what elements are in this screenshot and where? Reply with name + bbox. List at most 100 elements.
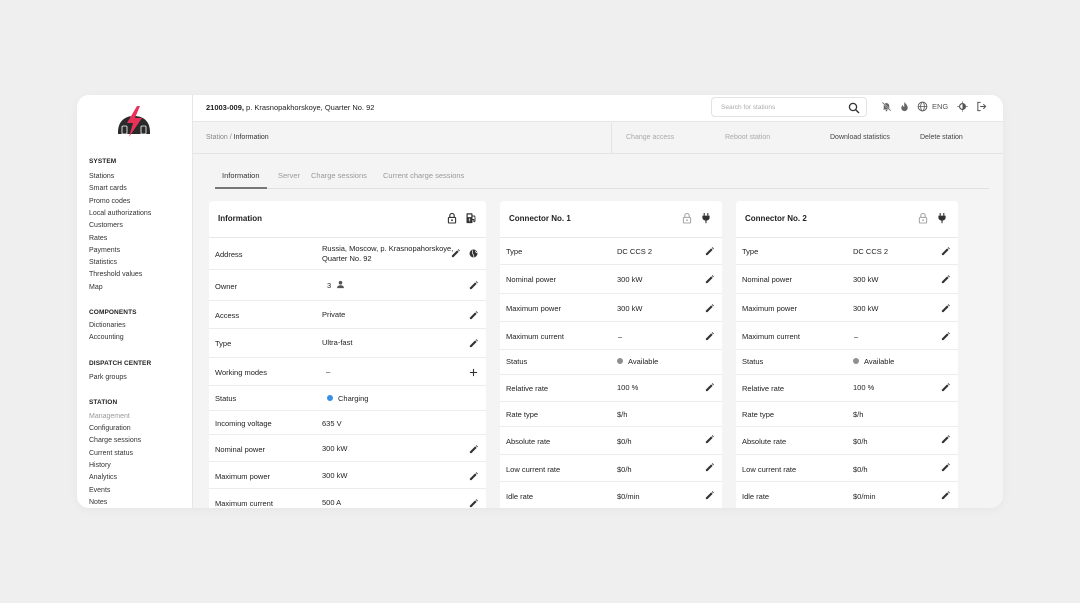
edit-icon[interactable] [941, 491, 950, 500]
edit-icon[interactable] [469, 311, 478, 320]
row-value: Russia, Moscow, p. Krasnopahorskoye, Qua… [322, 244, 454, 263]
brand-logo[interactable] [114, 106, 154, 138]
lock-icon[interactable] [446, 212, 458, 224]
info-row-incoming-voltage: Incoming voltage 635 V [209, 411, 486, 435]
nav-item-events[interactable]: Events [89, 487, 110, 494]
nav-item-dictionaries[interactable]: Dictionaries [89, 322, 126, 329]
nav-item-analytics[interactable]: Analytics [89, 474, 117, 481]
reboot-station-button[interactable]: Reboot station [725, 134, 770, 141]
edit-icon[interactable] [705, 247, 714, 256]
row-value: Charging [338, 394, 369, 403]
nav-item-customers[interactable]: Customers [89, 222, 123, 229]
row-label: Type [742, 247, 759, 256]
row-label: Status [742, 357, 764, 366]
notifications-off-icon[interactable] [881, 101, 892, 112]
edit-icon[interactable] [469, 281, 478, 290]
nav-item-accounting[interactable]: Accounting [89, 334, 124, 341]
edit-icon[interactable] [705, 435, 714, 444]
nav-item-park-groups[interactable]: Park groups [89, 374, 127, 381]
info-row-working-modes: Working modes – [209, 358, 486, 386]
plug-icon[interactable] [936, 212, 948, 224]
tab-information[interactable]: Information [215, 171, 267, 189]
connector-row-status: Status Available [736, 350, 958, 375]
card-header: Information [209, 201, 486, 238]
row-value: $/h [853, 410, 864, 419]
edit-icon[interactable] [705, 463, 714, 472]
add-icon[interactable] [469, 368, 478, 377]
search-box[interactable] [711, 97, 867, 117]
nav-item-charge-sessions[interactable]: Charge sessions [89, 437, 141, 444]
nav-item-map[interactable]: Map [89, 284, 103, 291]
edit-icon[interactable] [705, 304, 714, 313]
nav-item-history[interactable]: History [89, 462, 111, 469]
row-label: Low current rate [506, 465, 561, 474]
download-statistics-button[interactable]: Download statistics [830, 134, 890, 141]
tab-charge-sessions[interactable]: Charge sessions [311, 171, 367, 189]
delete-station-button[interactable]: Delete station [920, 134, 963, 141]
station-title: 21003-009, p. Krasnopakhorskoye, Quarter… [206, 103, 374, 112]
edit-icon[interactable] [705, 383, 714, 392]
edit-icon[interactable] [705, 491, 714, 500]
nav-item-statistics[interactable]: Statistics [89, 259, 117, 266]
edit-icon[interactable] [941, 332, 950, 341]
edit-icon[interactable] [941, 275, 950, 284]
nav-item-local-authorizations[interactable]: Local authorizations [89, 210, 151, 217]
row-value: 3 [327, 281, 332, 290]
edit-icon[interactable] [469, 499, 478, 508]
search-input[interactable] [721, 102, 841, 113]
nav-item-payments[interactable]: Payments [89, 247, 120, 254]
row-label: Owner [215, 282, 238, 291]
row-value: DC CCS 2 [617, 247, 653, 256]
row-label: Absolute rate [506, 437, 551, 446]
edit-icon[interactable] [705, 332, 714, 341]
unlock-icon[interactable] [681, 212, 693, 224]
connector-row-maximum-current: Maximum current – [500, 322, 722, 350]
fuel-station-icon[interactable] [465, 212, 477, 224]
edit-icon[interactable] [469, 472, 478, 481]
change-access-button[interactable]: Change access [626, 134, 674, 141]
connector-1-card: Connector No. 1 Type DC CCS 2 Nominal po… [500, 201, 722, 508]
edit-icon[interactable] [941, 383, 950, 392]
edit-icon[interactable] [941, 435, 950, 444]
row-label: Absolute rate [742, 437, 787, 446]
edit-icon[interactable] [941, 463, 950, 472]
nav-item-smart-cards[interactable]: Smart cards [89, 185, 127, 192]
row-label: Rate type [742, 410, 775, 419]
language-selector[interactable]: ENG [932, 102, 948, 111]
edit-icon[interactable] [941, 247, 950, 256]
row-value: $0/h [617, 465, 632, 474]
logout-icon[interactable] [976, 101, 987, 112]
edit-icon[interactable] [941, 304, 950, 313]
edit-icon[interactable] [469, 445, 478, 454]
card-header: Connector No. 1 [500, 201, 722, 238]
row-value: $0/min [617, 492, 640, 501]
nav-item-notes[interactable]: Notes [89, 499, 107, 506]
search-icon[interactable] [848, 102, 860, 114]
nav-section-components: COMPONENTS [89, 309, 137, 316]
globe-icon[interactable] [469, 249, 478, 258]
breadcrumb: Station / Information [206, 134, 269, 141]
edit-icon[interactable] [469, 339, 478, 348]
nav-item-stations[interactable]: Stations [89, 173, 114, 180]
edit-icon[interactable] [705, 275, 714, 284]
flame-icon[interactable] [899, 101, 910, 112]
breadcrumb-root[interactable]: Station [206, 134, 228, 141]
row-label: Address [215, 250, 243, 259]
tab-current-charge-sessions[interactable]: Current charge sessions [383, 171, 464, 189]
connector-row-absolute-rate: Absolute rate $0/h [736, 427, 958, 455]
nav-item-configuration[interactable]: Configuration [89, 425, 131, 432]
nav-item-rates[interactable]: Rates [89, 235, 107, 242]
unlock-icon[interactable] [917, 212, 929, 224]
nav-item-current-status[interactable]: Current status [89, 450, 133, 457]
connector-row-maximum-current: Maximum current – [736, 322, 958, 350]
brightness-icon[interactable] [957, 101, 968, 112]
nav-item-management[interactable]: Management [89, 413, 130, 420]
nav-item-promo-codes[interactable]: Promo codes [89, 198, 130, 205]
tab-server[interactable]: Server [278, 171, 300, 189]
plug-icon[interactable] [700, 212, 712, 224]
row-label: Nominal power [215, 445, 266, 454]
row-label: Incoming voltage [215, 419, 272, 428]
globe-icon[interactable] [917, 101, 928, 112]
nav-item-threshold-values[interactable]: Threshold values [89, 271, 142, 278]
edit-icon[interactable] [451, 249, 460, 258]
